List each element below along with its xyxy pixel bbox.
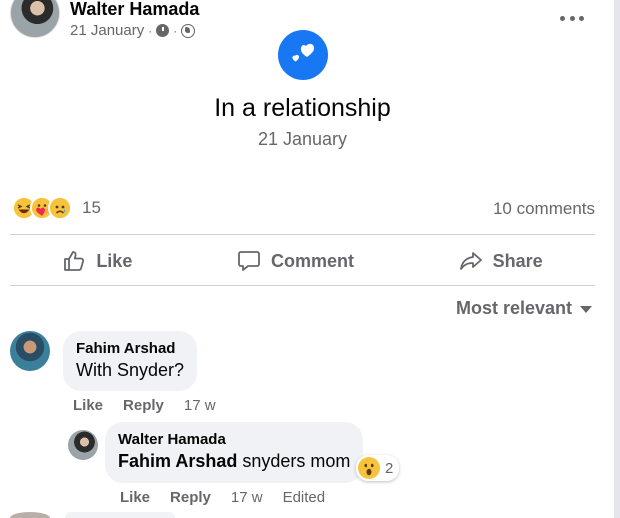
comment-actions: Like Reply 17 w <box>73 397 216 414</box>
globe-icon[interactable] <box>181 23 196 38</box>
reply-reply-link[interactable]: Reply <box>170 489 211 506</box>
dot-icon <box>569 15 575 21</box>
more-options-button[interactable] <box>560 8 584 28</box>
comment-icon <box>238 251 260 271</box>
reply-reaction-count: 2 <box>385 459 394 477</box>
reaction-count[interactable]: 15 <box>82 198 101 218</box>
share-icon <box>459 252 482 270</box>
life-event-title: In a relationship <box>214 94 391 122</box>
comment-like-link[interactable]: Like <box>73 397 103 414</box>
mention-link[interactable]: Fahim Arshad <box>118 451 237 471</box>
post-header: Walter Hamada 21 January · · <box>10 0 199 39</box>
reply-time[interactable]: 17 w <box>231 489 263 506</box>
reply-reactions[interactable]: 2 <box>356 455 400 481</box>
comment-text: With Snyder? <box>76 360 185 380</box>
scrollbar-track[interactable] <box>614 0 620 518</box>
reactions-summary[interactable]: 15 <box>12 196 101 220</box>
comment-time[interactable]: 17 w <box>184 397 216 414</box>
reply-item: Walter Hamada Fahim Arshad snyders mom <box>68 422 364 483</box>
sad-reaction-icon <box>48 196 72 220</box>
comments-count[interactable]: 10 comments <box>493 199 595 219</box>
dot-icon <box>579 15 584 21</box>
reply-bubble: Walter Hamada Fahim Arshad snyders mom <box>105 422 364 483</box>
author-avatar[interactable] <box>10 0 60 38</box>
reply-author[interactable]: Walter Hamada <box>118 430 350 449</box>
divider <box>10 285 595 286</box>
comment-reply-link[interactable]: Reply <box>123 397 164 414</box>
like-button[interactable]: Like <box>62 249 132 273</box>
caret-down-icon <box>580 306 592 313</box>
comment-item: Fahim Arshad With Snyder? <box>10 331 198 391</box>
wow-reaction-icon <box>358 457 380 479</box>
post-meta: 21 January · · <box>70 22 199 39</box>
next-comment-bubble <box>65 512 175 518</box>
reply-text: Fahim Arshad snyders mom <box>118 451 351 471</box>
post-date[interactable]: 21 January <box>70 22 144 39</box>
reply-actions: Like Reply 17 w Edited <box>120 489 325 506</box>
thumbs-up-icon <box>64 251 85 271</box>
comment-button[interactable]: Comment <box>237 249 354 273</box>
edited-label: Edited <box>282 489 326 506</box>
life-event-date: 21 January <box>257 129 348 149</box>
sort-comments-dropdown[interactable]: Most relevant <box>456 298 592 319</box>
dot-icon <box>560 15 565 21</box>
comment-bubble: Fahim Arshad With Snyder? <box>63 331 198 391</box>
reply-like-link[interactable]: Like <box>120 489 150 506</box>
commenter-avatar[interactable] <box>10 331 50 371</box>
comment-author[interactable]: Fahim Arshad <box>76 339 184 358</box>
post-author-name[interactable]: Walter Hamada <box>70 0 199 20</box>
divider <box>10 234 595 235</box>
post-action-bar: Like Comment Share <box>10 244 595 278</box>
clock-icon <box>156 24 170 37</box>
next-commenter-avatar[interactable] <box>10 512 50 518</box>
share-button[interactable]: Share <box>459 249 543 273</box>
replier-avatar[interactable] <box>68 430 98 460</box>
heart-icon <box>278 30 328 80</box>
